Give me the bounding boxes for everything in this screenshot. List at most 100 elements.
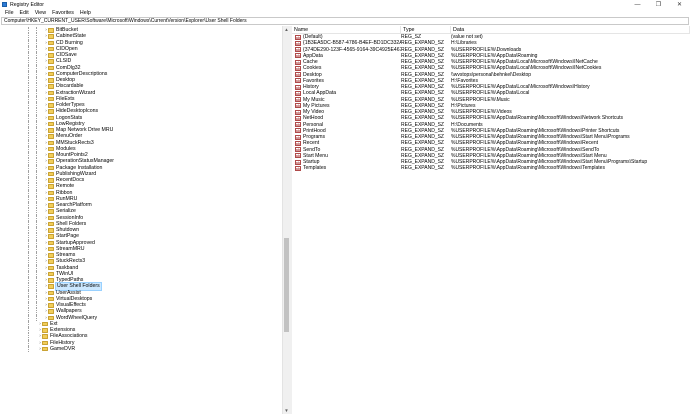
value-name: Templates: [303, 165, 327, 172]
string-value-icon: ab: [295, 140, 301, 146]
folder-icon: [48, 65, 54, 70]
string-value-icon: ab: [295, 34, 301, 40]
folder-icon: [48, 28, 54, 33]
folder-icon: [48, 159, 54, 164]
values-header: Name Type Data: [292, 26, 690, 34]
string-value-icon: ab: [295, 84, 301, 90]
string-value-icon: ab: [295, 165, 301, 171]
string-value-icon: ab: [295, 153, 301, 159]
string-value-icon: ab: [295, 115, 301, 121]
close-button[interactable]: ✕: [669, 0, 690, 9]
folder-icon: [48, 134, 54, 139]
folder-icon: [48, 234, 54, 239]
column-header-type[interactable]: Type: [401, 26, 451, 33]
folder-icon: [48, 165, 54, 170]
folder-icon: [48, 303, 54, 308]
folder-icon: [48, 315, 54, 320]
folder-icon: [48, 40, 54, 45]
string-value-icon: ab: [295, 72, 301, 78]
folder-icon: [42, 328, 48, 333]
column-header-data[interactable]: Data: [451, 26, 690, 33]
folder-icon: [48, 178, 54, 183]
folder-icon: [48, 34, 54, 39]
folder-icon: [48, 265, 54, 270]
folder-icon: [48, 109, 54, 114]
folder-icon: [48, 203, 54, 208]
string-value-icon: ab: [295, 53, 301, 59]
maximize-button[interactable]: ❐: [648, 0, 669, 9]
folder-icon: [48, 190, 54, 195]
registry-app-icon: [2, 2, 7, 7]
menu-file[interactable]: File: [2, 10, 17, 16]
folder-icon: [48, 71, 54, 77]
title-bar: Registry Editor — ❐ ✕: [0, 0, 690, 9]
folder-icon: [48, 253, 54, 258]
key-tree-pane: › BitBucket › CabinetState › CD Burning › CIDOp…: [0, 26, 282, 414]
folder-icon: [48, 228, 54, 233]
string-value-icon: ab: [295, 147, 301, 153]
menu-view[interactable]: View: [32, 10, 49, 16]
folder-icon: [48, 246, 54, 252]
string-value-icon: ab: [295, 128, 301, 134]
tree-scrollbar[interactable]: ▲ ▼: [282, 26, 289, 414]
string-value-icon: ab: [295, 47, 301, 53]
key-tree: › BitBucket › CabinetState › CD Burning › CIDOp…: [0, 27, 282, 352]
folder-icon: [48, 240, 54, 245]
address-path: Computer\HKEY_CURRENT_USER\Software\Micr…: [4, 18, 247, 24]
address-bar[interactable]: Computer\HKEY_CURRENT_USER\Software\Micr…: [1, 17, 689, 25]
window-controls: — ❐ ✕: [627, 0, 690, 9]
values-pane: Name Type Data ab (Default) REG_SZ (value n…: [292, 26, 690, 414]
folder-icon: [42, 340, 48, 345]
folder-icon: [48, 290, 54, 295]
string-value-icon: ab: [295, 103, 301, 109]
string-value-icon: ab: [295, 134, 301, 140]
value-row[interactable]: ab Templates REG_EXPAND_SZ %USERPROFILE%\Ap…: [292, 165, 690, 171]
folder-icon: [48, 59, 54, 64]
menu-bar: File Edit View Favorites Help: [0, 9, 690, 17]
folder-icon: [48, 78, 54, 83]
folder-icon: [48, 278, 54, 283]
column-header-name[interactable]: Name: [292, 26, 401, 33]
string-value-icon: ab: [295, 90, 301, 96]
folder-icon: [48, 209, 54, 214]
folder-icon: [48, 296, 54, 302]
string-value-icon: ab: [295, 159, 301, 165]
folder-icon: [48, 215, 54, 220]
folder-icon: [48, 259, 54, 264]
string-value-icon: ab: [295, 122, 301, 128]
menu-help[interactable]: Help: [77, 10, 94, 16]
folder-icon: [48, 84, 54, 89]
folder-icon: [48, 96, 54, 102]
values-list: ab (Default) REG_SZ (value not set) ab {1B3EA…: [292, 34, 690, 172]
string-value-icon: ab: [295, 78, 301, 84]
folder-icon: [48, 121, 54, 127]
folder-icon: [48, 115, 54, 120]
folder-icon: [48, 128, 54, 133]
folder-icon: [48, 284, 54, 289]
string-value-icon: ab: [295, 109, 301, 115]
tree-item[interactable]: › GameDVR: [0, 345, 282, 352]
folder-icon: [48, 184, 54, 189]
folder-icon: [48, 46, 54, 52]
menu-favorites[interactable]: Favorites: [49, 10, 77, 16]
folder-icon: [48, 309, 54, 314]
folder-icon: [48, 196, 54, 202]
folder-icon: [42, 321, 48, 327]
tree-item-label: GameDVR: [50, 345, 76, 352]
folder-icon: [48, 140, 54, 145]
folder-icon: [48, 146, 54, 152]
folder-icon: [48, 153, 54, 158]
string-value-icon: ab: [295, 97, 301, 103]
menu-edit[interactable]: Edit: [17, 10, 32, 16]
folder-icon: [48, 103, 54, 108]
string-value-icon: ab: [295, 59, 301, 65]
folder-icon: [48, 171, 54, 177]
string-value-icon: ab: [295, 40, 301, 46]
folder-icon: [48, 53, 54, 58]
minimize-button[interactable]: —: [627, 0, 648, 9]
value-type: REG_EXPAND_SZ: [401, 165, 444, 172]
folder-icon: [48, 221, 54, 227]
folder-icon: [48, 271, 54, 277]
folder-icon: [42, 334, 48, 339]
folder-icon: [42, 346, 48, 352]
